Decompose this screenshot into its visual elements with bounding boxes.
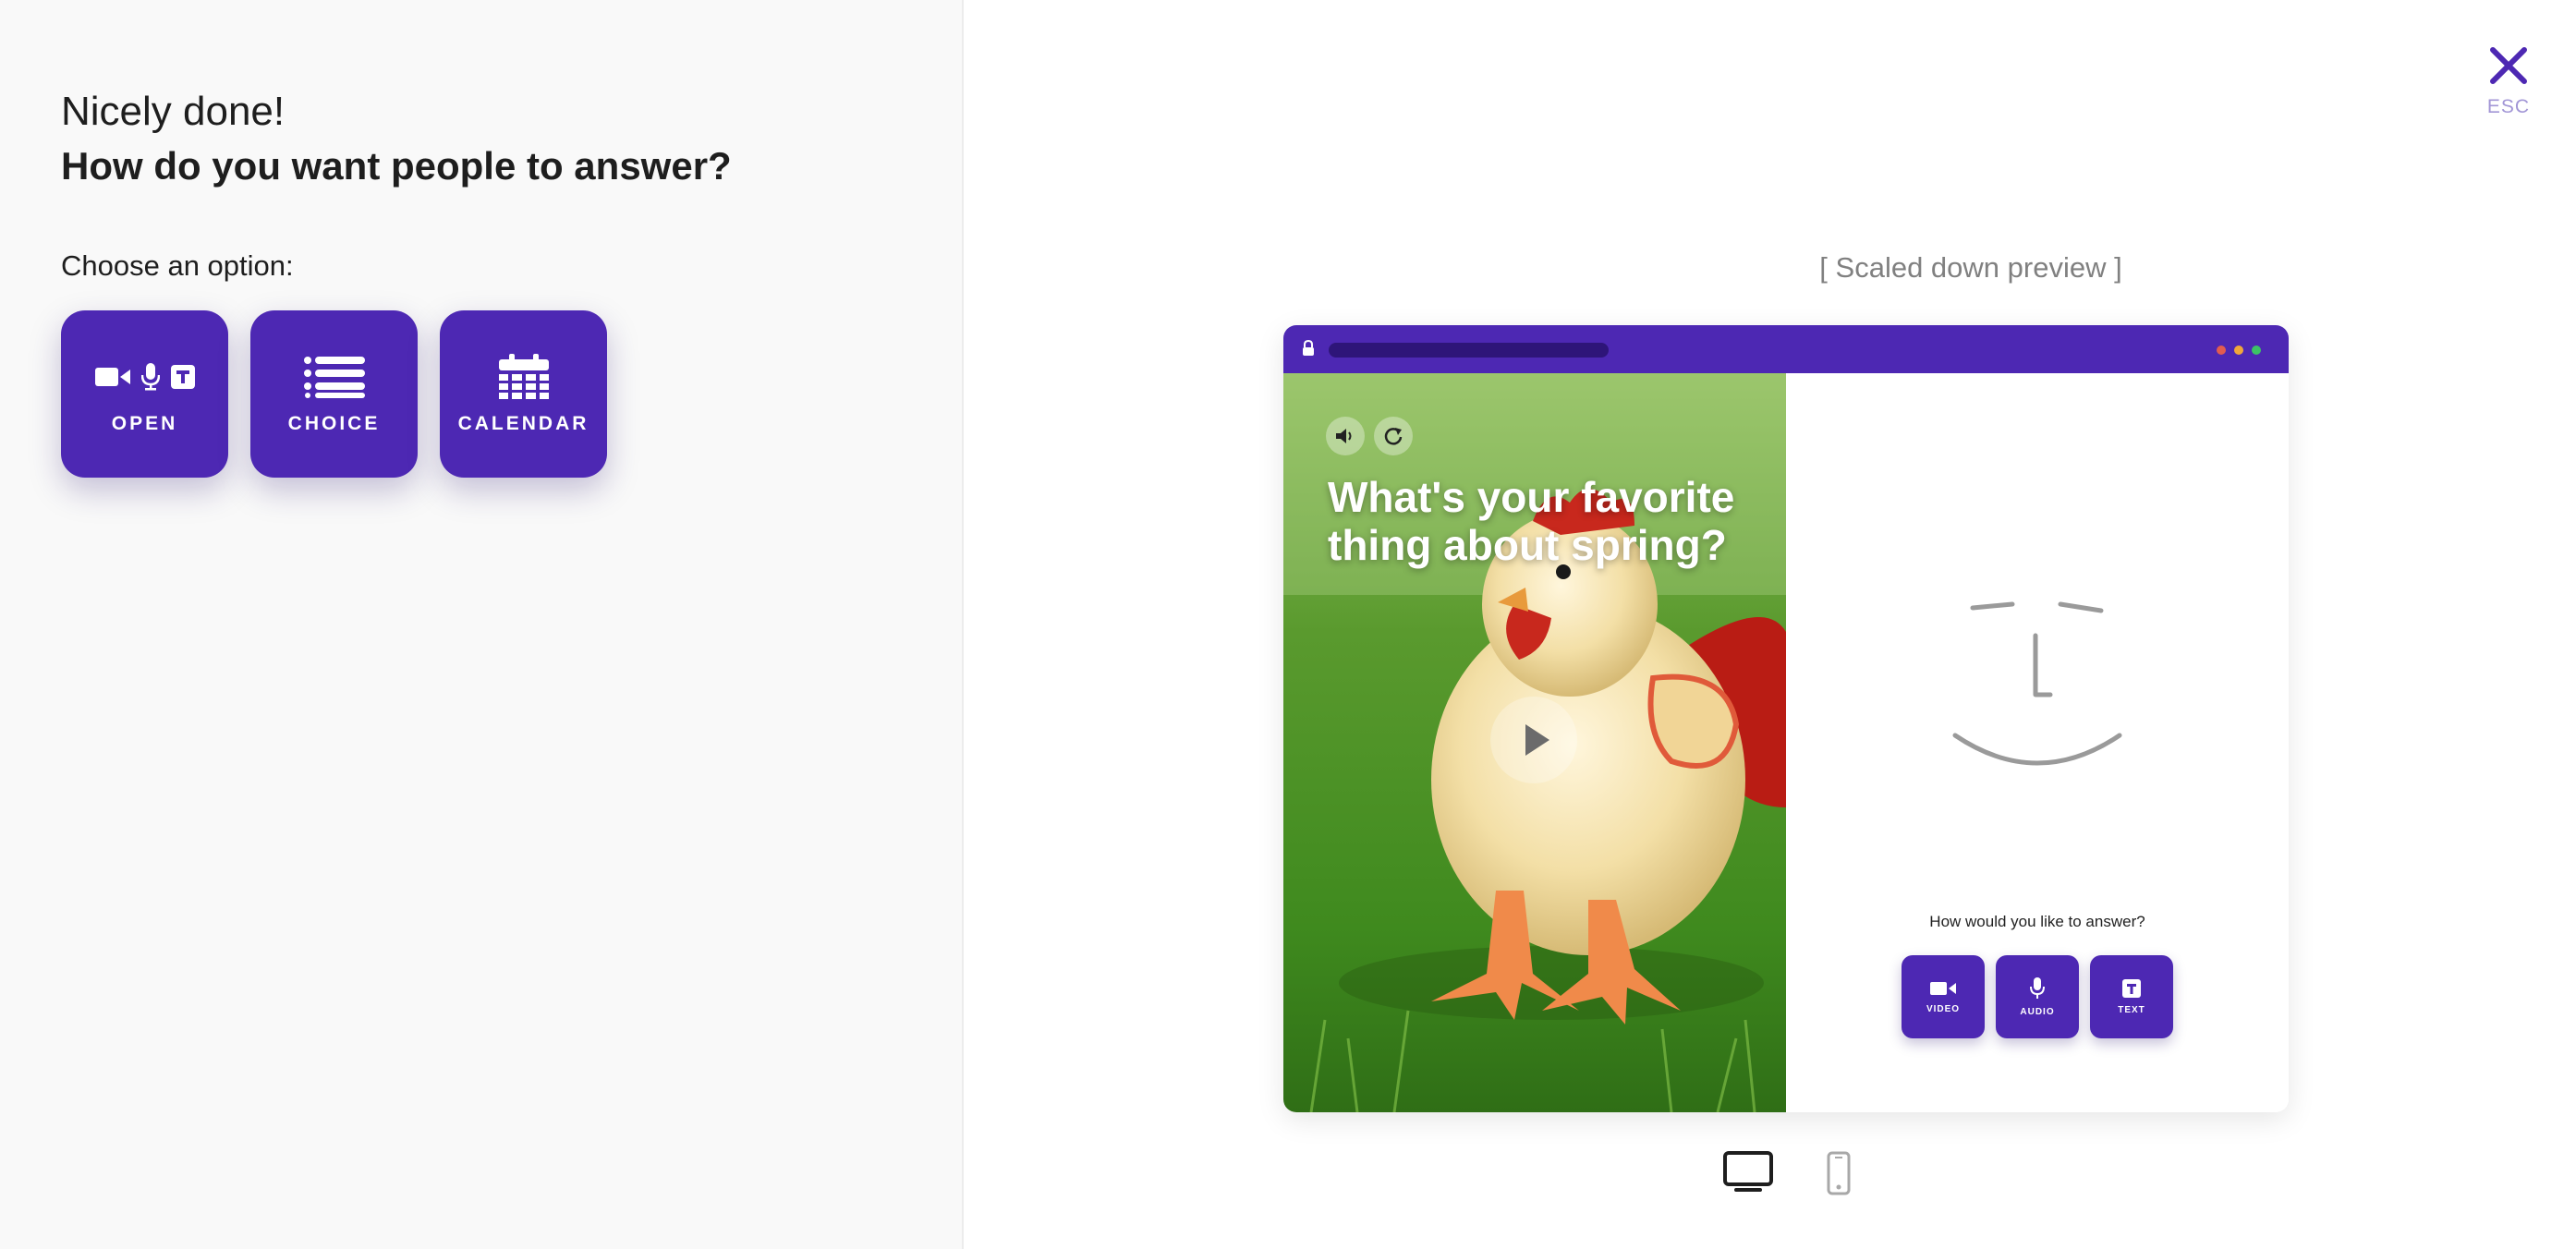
smiley-illustration (1952, 601, 2122, 766)
preview-question-text: What's your favorite thing about spring? (1328, 473, 1735, 569)
calendar-option-button[interactable]: CALENDAR (440, 310, 607, 478)
choice-option-label: CHOICE (287, 412, 381, 434)
calendar-option-icons (498, 353, 549, 400)
mute-button[interactable] (1326, 417, 1365, 455)
close-icon[interactable] (2487, 44, 2530, 87)
window-dot-red (2217, 346, 2226, 355)
speaker-icon (1336, 429, 1352, 443)
text-answer-button[interactable]: TEXT (2090, 955, 2173, 1038)
calendar-option-label: CALENDAR (457, 412, 589, 434)
video-answer-button[interactable]: VIDEO (1902, 955, 1985, 1038)
window-dot-green (2252, 346, 2261, 355)
replay-icon (1384, 428, 1403, 445)
audio-answer-button[interactable]: AUDIO (1996, 955, 2079, 1038)
browser-bar (1283, 325, 2289, 373)
choice-option-icons (303, 354, 365, 400)
video-answer-label: VIDEO (1926, 1003, 1961, 1014)
text-icon (170, 364, 195, 389)
video-icon (1930, 981, 1956, 995)
question-media: What's your favorite thing about spring? (1283, 373, 1786, 1112)
greeting-text: Nicely done! (61, 89, 286, 134)
play-icon (1525, 724, 1549, 756)
preview-caption: [ Scaled down preview ] (1819, 251, 2122, 284)
desktop-icon[interactable] (1723, 1151, 1773, 1195)
lock-icon (1303, 340, 1314, 356)
list-icon (303, 356, 365, 398)
audio-answer-label: AUDIO (2020, 1006, 2055, 1017)
answer-buttons: VIDEO AUDIO TEXT (1902, 955, 2173, 1038)
open-option-label: OPEN (111, 412, 178, 434)
answer-panel: How would you like to answer? VIDEO AUDI… (1786, 373, 2289, 1112)
choose-option-label: Choose an option: (61, 249, 294, 282)
choice-option-button[interactable]: CHOICE (250, 310, 418, 478)
answer-prompt: How would you like to answer? (1929, 913, 2145, 930)
answer-type-options: OPEN CHOICE CALENDAR (61, 310, 607, 478)
page-title: How do you want people to answer? (61, 144, 732, 188)
microphone-icon (140, 362, 160, 390)
text-answer-label: TEXT (2118, 1004, 2145, 1015)
calendar-icon (498, 353, 549, 399)
esc-label[interactable]: ESC (2467, 96, 2550, 118)
microphone-icon (2030, 976, 2045, 999)
open-option-icons (94, 354, 195, 400)
video-icon (94, 367, 130, 386)
window-dot-yellow (2234, 346, 2243, 355)
setup-panel: Nicely done! How do you want people to a… (0, 0, 964, 1249)
play-button[interactable] (1490, 697, 1577, 783)
mobile-icon[interactable] (1827, 1151, 1851, 1195)
preview-window: What's your favorite thing about spring?… (1283, 325, 2289, 1112)
text-icon (2122, 978, 2141, 998)
replay-button[interactable] (1374, 417, 1413, 455)
address-bar (1329, 343, 1609, 358)
open-option-button[interactable]: OPEN (61, 310, 228, 478)
